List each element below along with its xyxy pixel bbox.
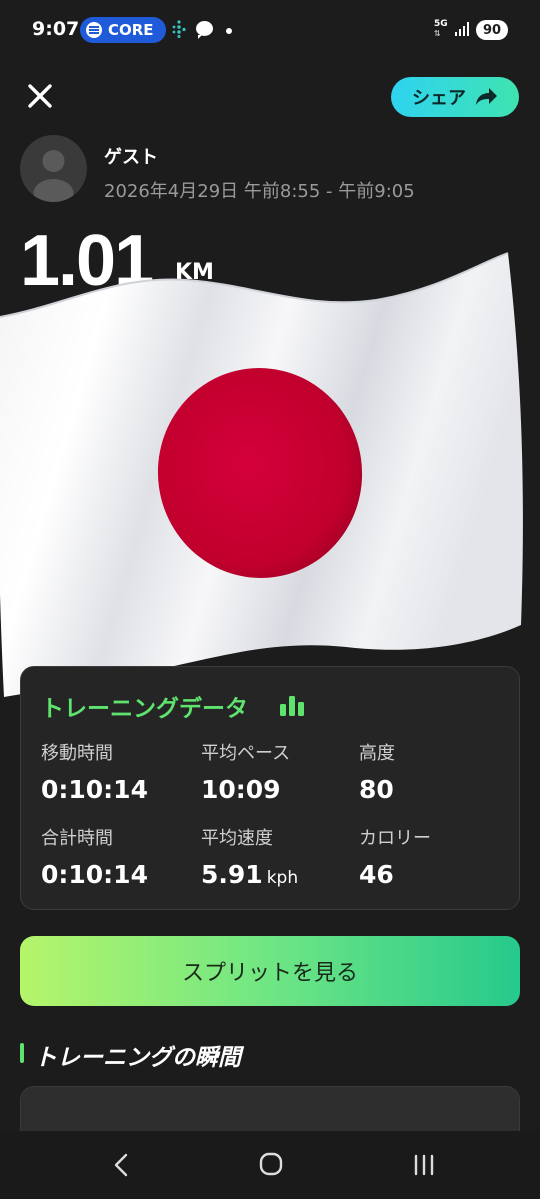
close-icon[interactable]: [24, 80, 56, 112]
share-button[interactable]: シェア: [391, 77, 519, 117]
stat-value: 46: [359, 860, 431, 889]
nav-home-icon[interactable]: [258, 1151, 284, 1177]
share-label: シェア: [412, 88, 466, 109]
view-splits-button[interactable]: スプリットを見る: [20, 936, 520, 1006]
training-data-card: トレーニングデータ 移動時間 0:10:14 平均ペース 10:09 高度 80…: [20, 666, 520, 910]
stat-calories: カロリー 46: [359, 824, 431, 889]
share-arrow-icon: [476, 88, 497, 105]
nav-back-icon[interactable]: [108, 1151, 136, 1179]
stat-number: 10:09: [201, 775, 281, 804]
stat-avg-speed: 平均速度 5.91 kph: [201, 824, 298, 889]
more-notifications-dot: [226, 28, 232, 34]
stat-value: 5.91 kph: [201, 860, 298, 889]
spotify-core-chip: CORE: [80, 17, 166, 43]
view-splits-label: スプリットを見る: [181, 961, 358, 986]
section-accent-bar: [20, 1043, 24, 1063]
network-5g: 5G ⇅: [434, 19, 448, 39]
japan-flag-sticker: [0, 252, 523, 697]
status-time: 9:07: [32, 18, 80, 40]
signal-icon: [455, 22, 471, 36]
network-label: 5G: [434, 19, 448, 29]
status-bar: 9:07 CORE 5G ⇅ 90: [0, 0, 540, 60]
battery-indicator: 90: [476, 20, 508, 40]
training-data-title: トレーニングデータ: [41, 696, 248, 722]
stat-number: 5.91: [201, 860, 263, 889]
moments-title: トレーニングの瞬間: [34, 1045, 241, 1071]
session-time: 2026年4月29日 午前8:55 - 午前9:05: [104, 181, 415, 202]
chat-notification-icon: [196, 21, 213, 39]
stat-label: 平均ペース: [201, 743, 291, 764]
stat-label: 移動時間: [41, 743, 113, 764]
stat-number: 80: [359, 775, 394, 804]
bar-chart-icon: [280, 696, 304, 716]
stat-label: 平均速度: [201, 828, 273, 849]
avatar: [20, 135, 87, 202]
avatar-person-icon: [33, 150, 74, 202]
stat-value: 0:10:14: [41, 860, 148, 889]
spotify-icon: [86, 22, 102, 38]
stat-unit: kph: [266, 868, 299, 888]
stat-number: 0:10:14: [41, 775, 148, 804]
fitbit-icon: [172, 20, 186, 38]
stat-value: 10:09: [201, 775, 290, 804]
stat-label: カロリー: [359, 828, 431, 849]
stat-total-time: 合計時間 0:10:14: [41, 824, 148, 889]
stat-number: 0:10:14: [41, 860, 148, 889]
stat-elevation: 高度 80: [359, 739, 395, 804]
user-name: ゲスト: [104, 147, 158, 168]
system-nav-bar: [0, 1131, 540, 1199]
stat-value: 0:10:14: [41, 775, 148, 804]
stat-label: 合計時間: [41, 828, 113, 849]
data-arrows-icon: ⇅: [434, 29, 441, 38]
stat-value: 80: [359, 775, 395, 804]
stat-number: 46: [359, 860, 394, 889]
stat-avg-pace: 平均ペース 10:09: [201, 739, 290, 804]
nav-recent-icon[interactable]: [410, 1151, 438, 1179]
stat-label: 高度: [359, 743, 395, 764]
stat-moving-time: 移動時間 0:10:14: [41, 739, 148, 804]
core-label: CORE: [108, 21, 154, 39]
